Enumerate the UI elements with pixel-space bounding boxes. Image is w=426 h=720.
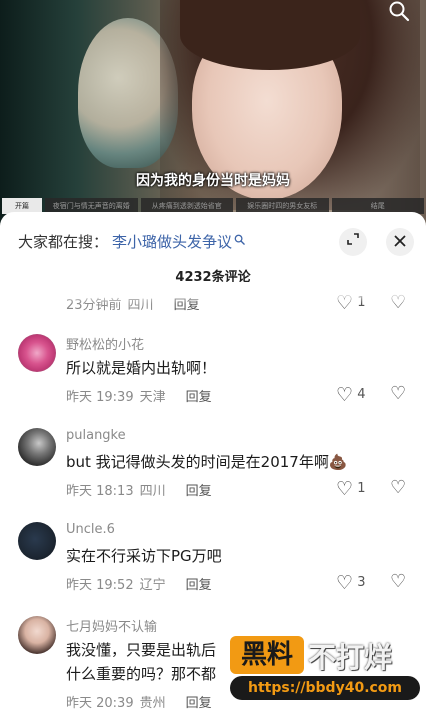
reply-button[interactable]: 回复 [186,696,212,711]
search-icon[interactable] [386,0,412,22]
search-icon [234,234,245,248]
comment-author[interactable]: 野松松的小花 [66,334,144,353]
comment-location: 天津 [139,390,166,405]
comment-item: pulangke but 我记得做头发的时间是在2017年啊💩 昨天 18:13… [0,428,426,508]
comment-author[interactable]: Uncle.6 [66,522,115,537]
scroll-fade [0,282,426,304]
comment-time: 昨天 18:13 [66,484,134,499]
like-button[interactable]: ♡ 4 [336,384,365,406]
comment-meta: 昨天 19:39 天津 回复 [66,386,218,405]
heart-icon: ♡ [336,572,354,594]
comment-text: 实在不行采访下PG万吧 [66,547,222,565]
avatar[interactable] [18,522,56,560]
dislike-icon[interactable]: ♡ [390,383,406,404]
comment-time: 昨天 19:52 [66,578,134,593]
comment-author[interactable]: 七月妈妈不认输 [66,616,157,635]
watermark-url: https://bbdy40.com [230,676,420,700]
comment-author[interactable]: pulangke [66,428,126,443]
video-player[interactable]: 因为我的身份当时是妈妈 开篇 夜宿门与情无声音的离婚 从疼痛到透剥透始省官 娱乐… [0,0,426,228]
dislike-icon[interactable]: ♡ [390,571,406,592]
comment-meta: 昨天 20:39 贵州 回复 [66,692,218,711]
comment-text: but 我记得做头发的时间是在2017年啊💩 [66,453,348,471]
like-button[interactable]: ♡ 1 [336,478,365,500]
like-count: 3 [357,575,366,590]
close-icon[interactable] [386,228,414,256]
comment-location: 贵州 [139,696,166,711]
comment-meta: 昨天 19:52 辽宁 回复 [66,574,218,593]
reply-button[interactable]: 回复 [186,578,212,593]
reply-button[interactable]: 回复 [186,390,212,405]
avatar[interactable] [18,428,56,466]
watermark-title: 不打烊 [308,641,393,674]
avatar[interactable] [18,334,56,372]
trending-search[interactable]: 大家都在搜： 李小璐做头发争议 [18,230,245,252]
video-subtitle: 因为我的身份当时是妈妈 [136,173,290,189]
heart-icon: ♡ [336,478,354,500]
comment-item: Uncle.6 实在不行采访下PG万吧 昨天 19:52 辽宁 回复 ♡ 3 ♡ [0,522,426,602]
comment-location: 四川 [139,484,166,499]
comment-time: 昨天 20:39 [66,696,134,711]
comment-sheet: 大家都在搜： 李小璐做头发争议 4232条评论 23分钟前四川回复 ♡ 1 ♡ … [0,212,426,720]
comment-location: 辽宁 [139,578,166,593]
like-count: 4 [357,387,366,402]
comment-meta: 昨天 18:13 四川 回复 [66,480,218,499]
comment-time: 昨天 19:39 [66,390,134,405]
like-count: 1 [357,481,366,496]
dislike-icon[interactable]: ♡ [390,477,406,498]
trending-search-term[interactable]: 李小璐做头发争议 [112,231,232,252]
watermark-badge: 黑料 [230,636,304,674]
trending-search-prefix: 大家都在搜： [18,232,109,251]
heart-icon: ♡ [336,384,354,406]
comment-item: 野松松的小花 所以就是婚内出轨啊！ 昨天 19:39 天津 回复 ♡ 4 ♡ [0,334,426,414]
reply-button[interactable]: 回复 [186,484,212,499]
like-button[interactable]: ♡ 3 [336,572,365,594]
video-bangs [180,0,360,70]
expand-icon[interactable] [339,228,367,256]
comment-text: 所以就是婚内出轨啊！ [66,359,217,377]
avatar[interactable] [18,616,56,654]
watermark: 黑料 不打烊 https://bbdy40.com [230,636,426,720]
